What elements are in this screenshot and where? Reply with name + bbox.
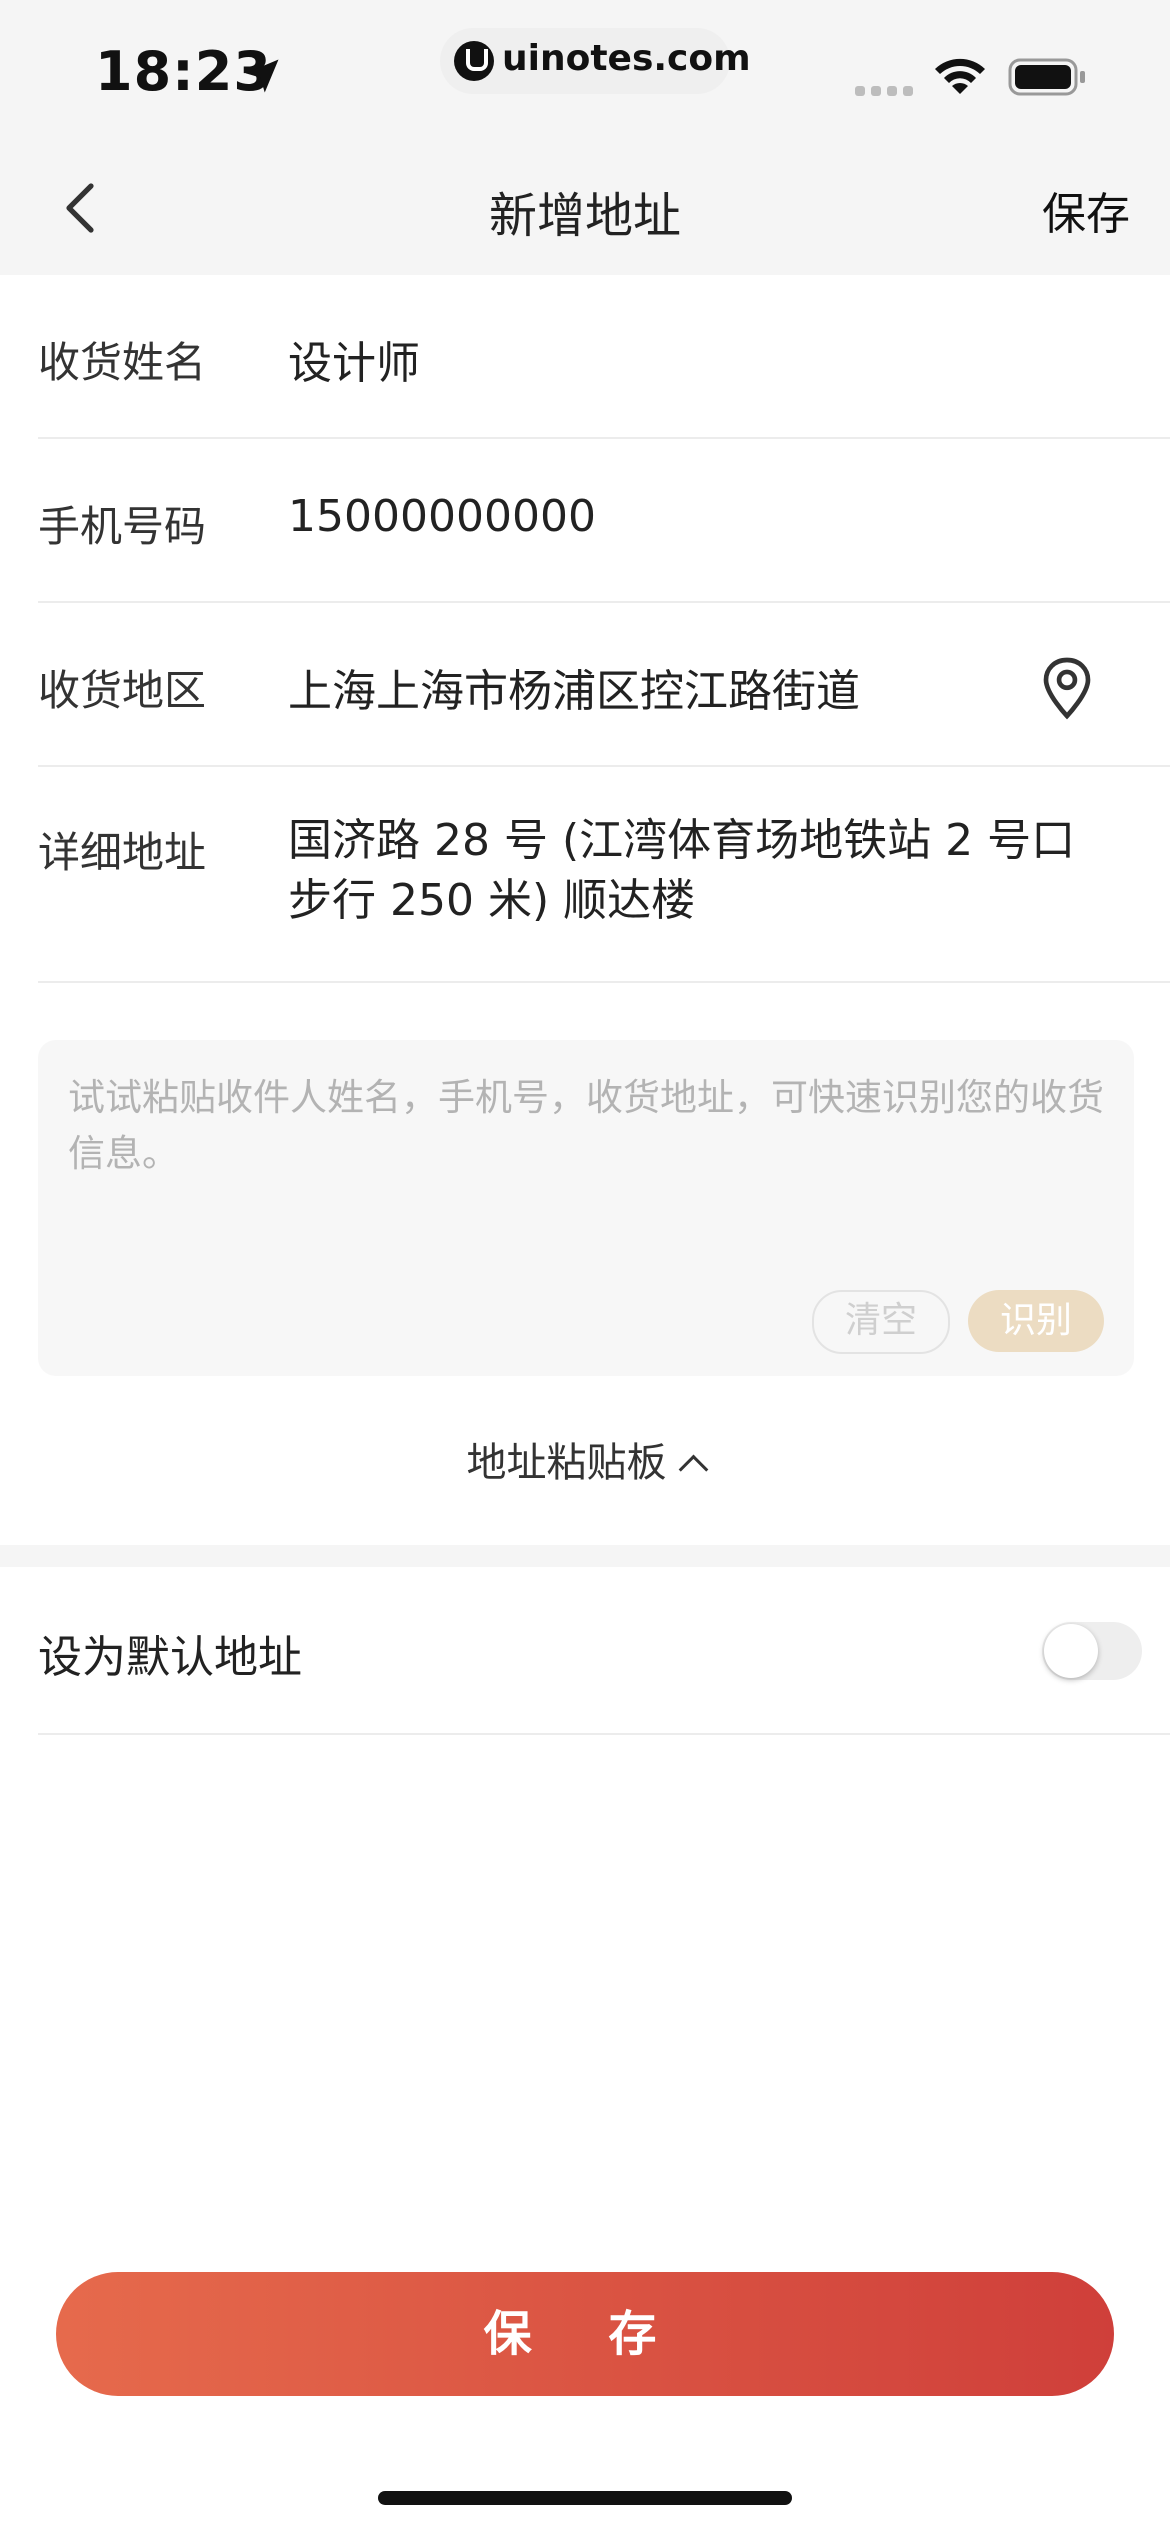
name-row[interactable]: 收货姓名 设计师 xyxy=(38,275,1170,439)
name-field[interactable]: 设计师 xyxy=(288,327,420,391)
phone-row[interactable]: 手机号码 15000000000 xyxy=(38,439,1170,603)
save-button[interactable]: 保 存 xyxy=(56,2272,1114,2396)
header-save-button[interactable]: 保存 xyxy=(1042,178,1130,242)
nav-bar: 新增地址 保存 xyxy=(0,140,1170,275)
uinotes-logo-icon xyxy=(454,41,494,81)
chevron-left-icon[interactable] xyxy=(55,180,103,236)
default-address-row: 设为默认地址 xyxy=(38,1567,1170,1735)
recognize-button[interactable]: 识别 xyxy=(968,1290,1104,1352)
default-address-toggle[interactable] xyxy=(1042,1622,1142,1680)
toggle-knob xyxy=(1044,1624,1098,1678)
battery-icon xyxy=(1008,58,1085,96)
location-arrow-icon xyxy=(245,59,279,93)
wifi-icon xyxy=(935,58,985,94)
region-field[interactable]: 上海上海市杨浦区控江路街道 xyxy=(288,655,860,719)
region-row[interactable]: 收货地区 上海上海市杨浦区控江路街道 xyxy=(38,603,1170,767)
url-pill[interactable]: uinotes.com xyxy=(440,28,751,94)
detail-label: 详细地址 xyxy=(38,828,207,877)
status-bar: 18:23 uinotes.com xyxy=(0,0,1170,140)
chevron-up-icon xyxy=(678,1454,708,1484)
phone-label: 手机号码 xyxy=(38,502,207,551)
clear-button[interactable]: 清空 xyxy=(812,1290,950,1354)
location-pin-icon[interactable] xyxy=(1039,655,1095,721)
detail-row[interactable]: 详细地址 国济路 28 号 (江湾体育场地铁站 2 号口步行 250 米) 顺达… xyxy=(38,767,1170,983)
section-divider xyxy=(0,1545,1170,1567)
detail-address-field[interactable]: 国济路 28 号 (江湾体育场地铁站 2 号口步行 250 米) 顺达楼 xyxy=(288,811,1078,931)
default-address-label: 设为默认地址 xyxy=(38,1632,302,1683)
name-label: 收货姓名 xyxy=(38,338,207,387)
phone-field[interactable]: 15000000000 xyxy=(288,491,596,542)
paste-placeholder[interactable]: 试试粘贴收件人姓名，手机号，收货地址，可快速识别您的收货信息。 xyxy=(68,1070,1108,1182)
page-title: 新增地址 xyxy=(488,188,681,244)
clipboard-toggle-label: 地址粘贴板 xyxy=(466,1440,667,1486)
cellular-signal-icon xyxy=(855,86,913,96)
home-indicator xyxy=(378,2491,792,2505)
clipboard-toggle[interactable]: 地址粘贴板 xyxy=(0,1430,1170,1488)
url-text: uinotes.com xyxy=(502,38,751,79)
paste-box[interactable]: 试试粘贴收件人姓名，手机号，收货地址，可快速识别您的收货信息。 清空 识别 xyxy=(38,1040,1134,1376)
region-label: 收货地区 xyxy=(38,666,207,715)
